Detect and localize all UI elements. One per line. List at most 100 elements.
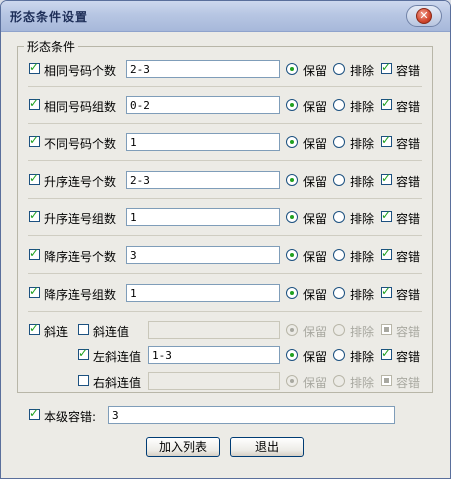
row-divider [28, 311, 422, 312]
condition-label: 降序连号组数 [44, 288, 117, 302]
tolerance-checkbox[interactable] [381, 324, 392, 335]
tolerance-checkbox[interactable] [381, 133, 392, 147]
exclude-radio[interactable] [333, 211, 345, 223]
exclude-radio[interactable] [333, 287, 345, 299]
keep-label: 保留 [303, 100, 328, 114]
keep-radio[interactable] [286, 63, 298, 75]
condition-value-input[interactable]: 2-3 [126, 171, 280, 189]
condition-row: 不同号码个数 1 保留 排除 容错 [0, 133, 451, 151]
condition-checkbox[interactable] [29, 133, 40, 147]
diagonal-checkbox[interactable] [29, 321, 40, 335]
close-button[interactable]: ✕ [406, 5, 442, 27]
add-to-list-button[interactable]: 加入列表 [146, 437, 220, 457]
keep-radio[interactable] [286, 287, 298, 299]
condition-label: 降序连号个数 [44, 250, 117, 264]
left-diagonal-row: 左斜连值 1-3 保留 排除 容错 [0, 346, 451, 364]
condition-value-input[interactable]: 1 [126, 133, 280, 151]
tolerance-checkbox[interactable] [381, 346, 392, 360]
keep-radio[interactable] [286, 211, 298, 223]
keep-label: 保留 [303, 250, 328, 264]
keep-radio[interactable] [286, 324, 298, 336]
condition-row: 升序连号个数 2-3 保留 排除 容错 [0, 171, 451, 189]
condition-checkbox[interactable] [29, 171, 40, 185]
condition-checkbox[interactable] [29, 60, 40, 74]
exclude-label: 排除 [350, 376, 375, 390]
tolerance-checkbox[interactable] [381, 171, 392, 185]
condition-label: 相同号码组数 [44, 100, 117, 114]
row-divider [28, 160, 422, 161]
row-divider [28, 198, 422, 199]
title-bar: 形态条件设置 ✕ [1, 1, 450, 32]
level-tolerance-checkbox[interactable] [29, 406, 40, 420]
exclude-radio[interactable] [333, 174, 345, 186]
condition-label: 相同号码个数 [44, 64, 117, 78]
exclude-radio[interactable] [333, 63, 345, 75]
group-title: 形态条件 [24, 38, 79, 55]
condition-value-input[interactable]: 1 [126, 208, 280, 226]
tolerance-label: 容错 [396, 175, 421, 189]
diagonal-value-checkbox[interactable] [78, 324, 89, 335]
keep-label: 保留 [303, 175, 328, 189]
condition-value-input[interactable]: 0-2 [126, 96, 280, 114]
tolerance-checkbox[interactable] [381, 60, 392, 74]
tolerance-label: 容错 [396, 376, 421, 390]
row-divider [28, 273, 422, 274]
condition-row: 升序连号组数 1 保留 排除 容错 [0, 208, 451, 226]
tolerance-label: 容错 [396, 64, 421, 78]
tolerance-checkbox[interactable] [381, 246, 392, 260]
keep-radio[interactable] [286, 136, 298, 148]
condition-value-input[interactable]: 3 [126, 246, 280, 264]
right-diagonal-checkbox[interactable] [78, 375, 89, 386]
diagonal-row: 斜连 斜连值 保留 排除 容错 [0, 321, 451, 339]
diagonal-label: 斜连 [44, 325, 69, 339]
tolerance-label: 容错 [396, 100, 421, 114]
tolerance-checkbox[interactable] [381, 96, 392, 110]
keep-label: 保留 [303, 137, 328, 151]
condition-value-input[interactable]: 2-3 [126, 60, 280, 78]
condition-row: 降序连号组数 1 保留 排除 容错 [0, 284, 451, 302]
exclude-radio[interactable] [333, 349, 345, 361]
tolerance-label: 容错 [396, 350, 421, 364]
window-title: 形态条件设置 [10, 10, 89, 24]
tolerance-checkbox[interactable] [381, 375, 392, 386]
keep-label: 保留 [303, 64, 328, 78]
exclude-label: 排除 [350, 250, 375, 264]
condition-checkbox[interactable] [29, 246, 40, 260]
condition-row: 相同号码组数 0-2 保留 排除 容错 [0, 96, 451, 114]
row-divider [28, 86, 422, 87]
tolerance-checkbox[interactable] [381, 284, 392, 298]
exclude-radio[interactable] [333, 99, 345, 111]
tolerance-label: 容错 [396, 137, 421, 151]
condition-value-input[interactable]: 1 [126, 284, 280, 302]
right-diagonal-input[interactable] [148, 372, 280, 390]
diagonal-value-input[interactable] [148, 321, 280, 339]
keep-label: 保留 [303, 376, 328, 390]
keep-label: 保留 [303, 325, 328, 339]
keep-radio[interactable] [286, 375, 298, 387]
exclude-radio[interactable] [333, 249, 345, 261]
condition-checkbox[interactable] [29, 96, 40, 110]
keep-radio[interactable] [286, 174, 298, 186]
condition-checkbox[interactable] [29, 208, 40, 222]
level-tolerance-label: 本级容错: [44, 410, 97, 424]
exit-button[interactable]: 退出 [230, 437, 304, 457]
left-diagonal-input[interactable]: 1-3 [148, 346, 280, 364]
exclude-radio[interactable] [333, 324, 345, 336]
tolerance-label: 容错 [396, 212, 421, 226]
keep-radio[interactable] [286, 249, 298, 261]
condition-label: 不同号码个数 [44, 137, 117, 151]
exclude-radio[interactable] [333, 375, 345, 387]
tolerance-checkbox[interactable] [381, 208, 392, 222]
left-diagonal-checkbox[interactable] [78, 346, 89, 360]
exclude-label: 排除 [350, 325, 375, 339]
exclude-radio[interactable] [333, 136, 345, 148]
keep-radio[interactable] [286, 349, 298, 361]
condition-checkbox[interactable] [29, 284, 40, 298]
right-diagonal-row: 右斜连值 保留 排除 容错 [0, 372, 451, 390]
exclude-label: 排除 [350, 350, 375, 364]
keep-label: 保留 [303, 288, 328, 302]
keep-radio[interactable] [286, 99, 298, 111]
exclude-label: 排除 [350, 212, 375, 226]
level-tolerance-input[interactable]: 3 [108, 406, 395, 424]
exclude-label: 排除 [350, 100, 375, 114]
